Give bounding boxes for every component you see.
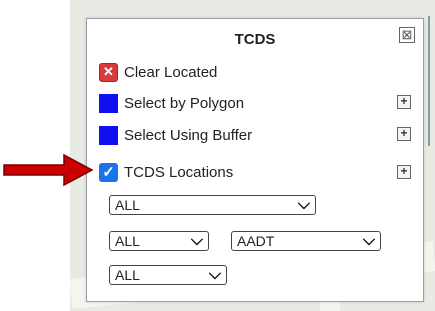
tcds-panel: TCDS ⊠ ✕ Clear Located Select by Polygon… bbox=[86, 18, 424, 302]
filter-select-2[interactable]: ALL ⌵ bbox=[109, 231, 209, 251]
chevron-down-icon: ⌵ bbox=[208, 266, 222, 283]
filter-select-4[interactable]: ALL ⌵ bbox=[109, 265, 227, 285]
expand-polygon-button[interactable]: + bbox=[397, 95, 411, 109]
select-using-buffer-label: Select Using Buffer bbox=[124, 126, 253, 144]
clear-located-item[interactable]: ✕ Clear Located bbox=[99, 60, 217, 84]
select-by-polygon-label: Select by Polygon bbox=[124, 94, 245, 112]
blue-square-icon bbox=[99, 93, 118, 113]
filter-select-1[interactable]: ALL ⌵ bbox=[109, 195, 316, 215]
select-value: ALL bbox=[115, 233, 140, 249]
checkbox-checked-icon[interactable]: ✓ bbox=[99, 162, 118, 182]
select-by-polygon-item[interactable]: Select by Polygon bbox=[99, 91, 244, 115]
red-arrow-annotation bbox=[3, 153, 94, 187]
expand-tcds-locations-button[interactable]: + bbox=[397, 165, 411, 179]
clear-x-icon: ✕ bbox=[99, 62, 118, 82]
expand-buffer-button[interactable]: + bbox=[397, 127, 411, 141]
filter-select-3[interactable]: AADT ⌵ bbox=[231, 231, 381, 251]
chevron-down-icon: ⌵ bbox=[362, 232, 376, 249]
select-value: ALL bbox=[115, 267, 140, 283]
close-button[interactable]: ⊠ bbox=[399, 27, 415, 43]
select-value: ALL bbox=[115, 197, 140, 213]
clear-located-label: Clear Located bbox=[124, 63, 218, 81]
map-panel-edge bbox=[428, 16, 430, 146]
select-value: AADT bbox=[237, 233, 275, 249]
blue-square-icon bbox=[99, 125, 118, 145]
tcds-locations-item[interactable]: ✓ TCDS Locations bbox=[99, 160, 233, 184]
chevron-down-icon: ⌵ bbox=[190, 232, 204, 249]
panel-title: TCDS bbox=[234, 31, 276, 48]
tcds-locations-label: TCDS Locations bbox=[124, 163, 234, 181]
select-using-buffer-item[interactable]: Select Using Buffer bbox=[99, 123, 252, 147]
chevron-down-icon: ⌵ bbox=[297, 196, 311, 213]
